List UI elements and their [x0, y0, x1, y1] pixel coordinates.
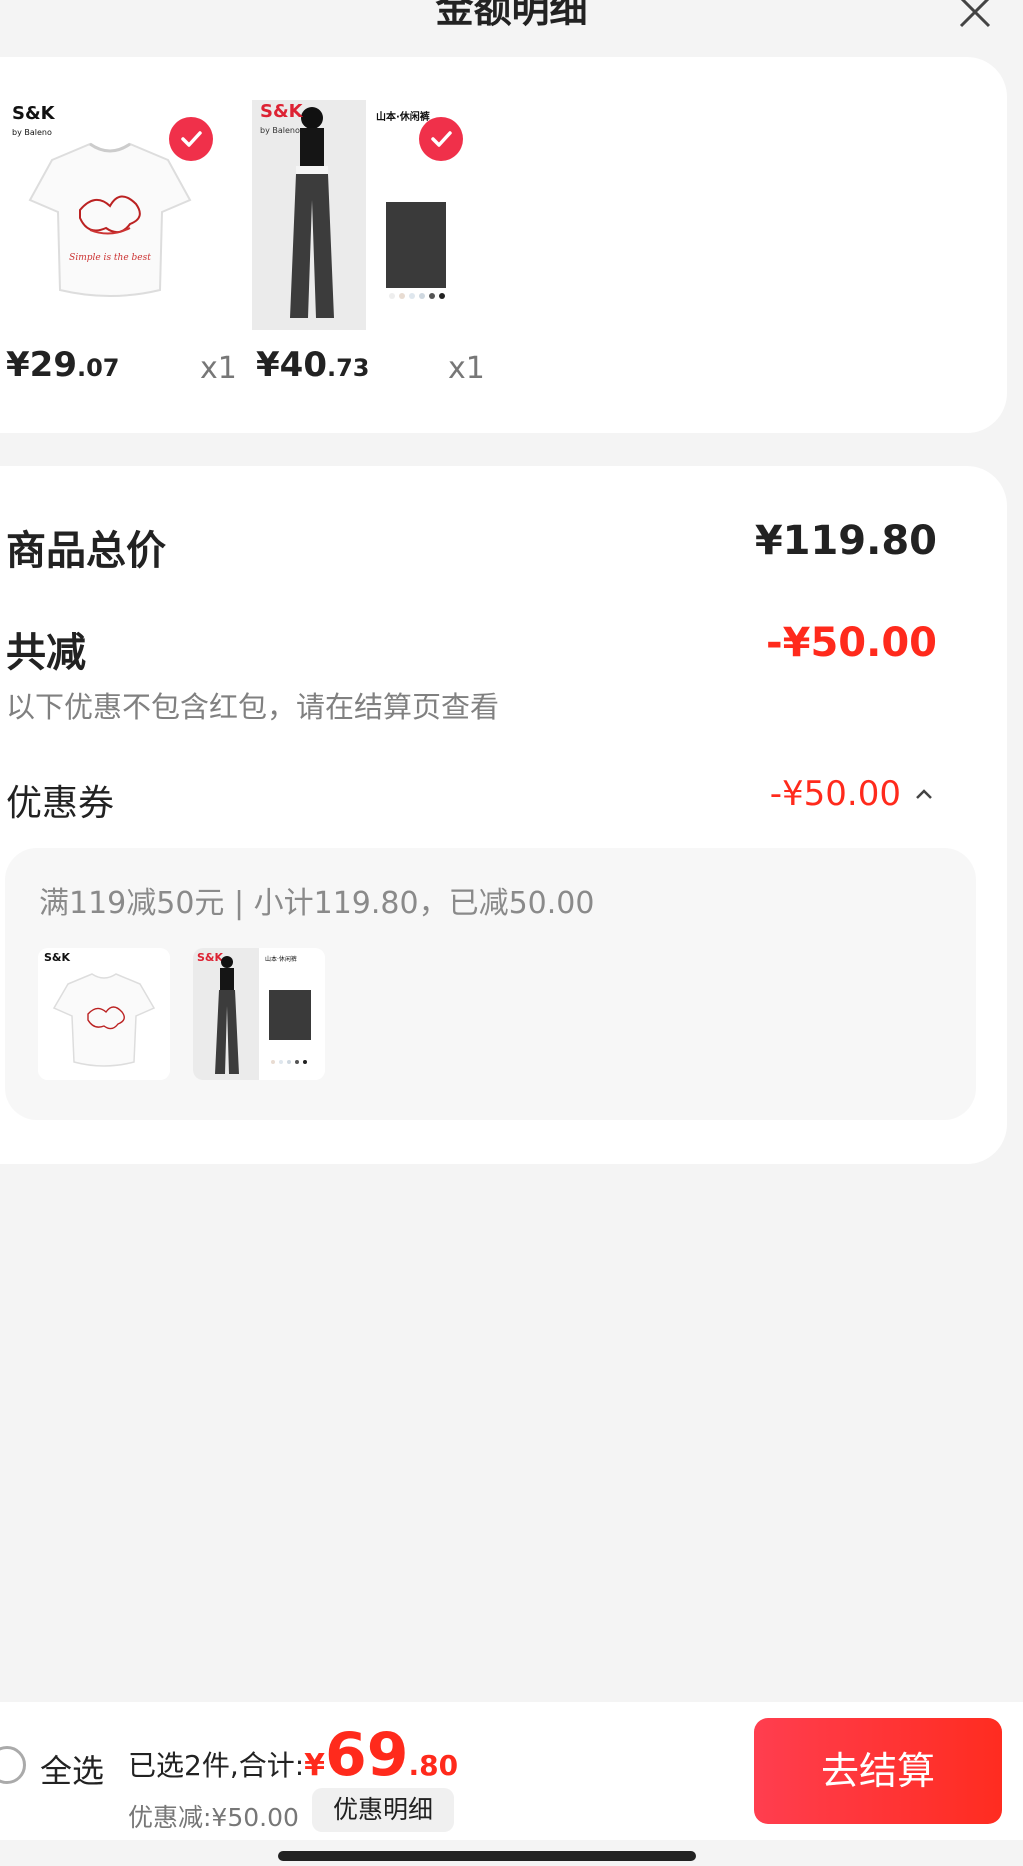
select-all-label[interactable]: 全选: [40, 1746, 104, 1792]
home-indicator: [278, 1851, 696, 1861]
svg-text:S&K: S&K: [44, 951, 71, 964]
product-tag-text: 山本·休闲裤: [265, 955, 297, 963]
product-quantity: x1: [200, 351, 237, 386]
modal-title: 金额明细: [435, 0, 588, 31]
product-check-icon[interactable]: [169, 117, 213, 161]
coupon-detail-box: 满119减50元 | 小计119.80，已减50.00 S&K S&K 山本·休…: [5, 848, 976, 1120]
product-tag-text: 山本·休闲裤: [376, 110, 430, 123]
product-quantity: x1: [448, 351, 485, 386]
coupon-value: -¥50.00: [769, 774, 901, 814]
close-icon[interactable]: [955, 0, 995, 32]
modal-header: 金额明细: [0, 0, 1023, 40]
checkout-bar: 全选 已选2件,合计:¥69.80 优惠减:¥50.00 优惠明细 去结算: [0, 1702, 1023, 1840]
total-reduce-value: -¥50.00: [766, 620, 937, 666]
brand-name: S&K: [12, 103, 55, 124]
brand-logo: S&K by Baleno: [260, 101, 303, 139]
total-decimal: .80: [408, 1749, 459, 1782]
svg-text:S&K: S&K: [197, 951, 224, 964]
coupon-product-thumb-tshirt: S&K: [38, 948, 170, 1080]
coupon-product-thumb-pants: S&K 山本·休闲裤: [193, 948, 325, 1080]
brand-sub: by Baleno: [12, 128, 52, 137]
selected-total: 已选2件,合计:¥69.80: [128, 1720, 458, 1790]
total-integer: 69: [325, 1720, 409, 1790]
total-price-label: 商品总价: [6, 528, 166, 574]
products-card: Simple is the best S&K by Baleno ¥29.07 …: [0, 57, 1007, 433]
coupon-label: 优惠券: [6, 783, 115, 824]
currency-symbol: ¥: [304, 1748, 326, 1783]
discount-detail-button[interactable]: 优惠明细: [312, 1788, 454, 1832]
chevron-up-icon: [916, 789, 932, 799]
brand-logo: S&K by Baleno: [12, 103, 55, 141]
product-check-icon[interactable]: [419, 117, 463, 161]
brand-sub: by Baleno: [260, 126, 300, 135]
price-integer: ¥29: [6, 345, 77, 385]
coupon-description: 满119减50元 | 小计119.80，已减50.00: [39, 886, 595, 921]
total-reduce-label: 共减: [6, 630, 86, 676]
discount-summary: 优惠减:¥50.00: [128, 1803, 299, 1832]
coupon-toggle[interactable]: -¥50.00: [770, 774, 937, 814]
price-integer: ¥40: [256, 345, 327, 385]
price-summary-card: 商品总价 ¥119.80 共减 -¥50.00 以下优惠不包含红包，请在结算页查…: [0, 466, 1007, 1164]
price-decimal: .73: [326, 354, 370, 382]
select-all-radio[interactable]: [0, 1746, 26, 1784]
product-price: ¥40.73: [256, 345, 370, 385]
product-price: ¥29.07: [6, 345, 120, 385]
selected-count-text: 已选2件,合计:: [128, 1749, 305, 1782]
checkout-button[interactable]: 去结算: [754, 1718, 1002, 1824]
brand-name: S&K: [260, 101, 303, 122]
total-price-value: ¥119.80: [754, 518, 937, 564]
svg-text:Simple is the best: Simple is the best: [69, 253, 151, 263]
discount-note: 以下优惠不包含红包，请在结算页查看: [6, 690, 500, 724]
price-decimal: .07: [76, 354, 120, 382]
